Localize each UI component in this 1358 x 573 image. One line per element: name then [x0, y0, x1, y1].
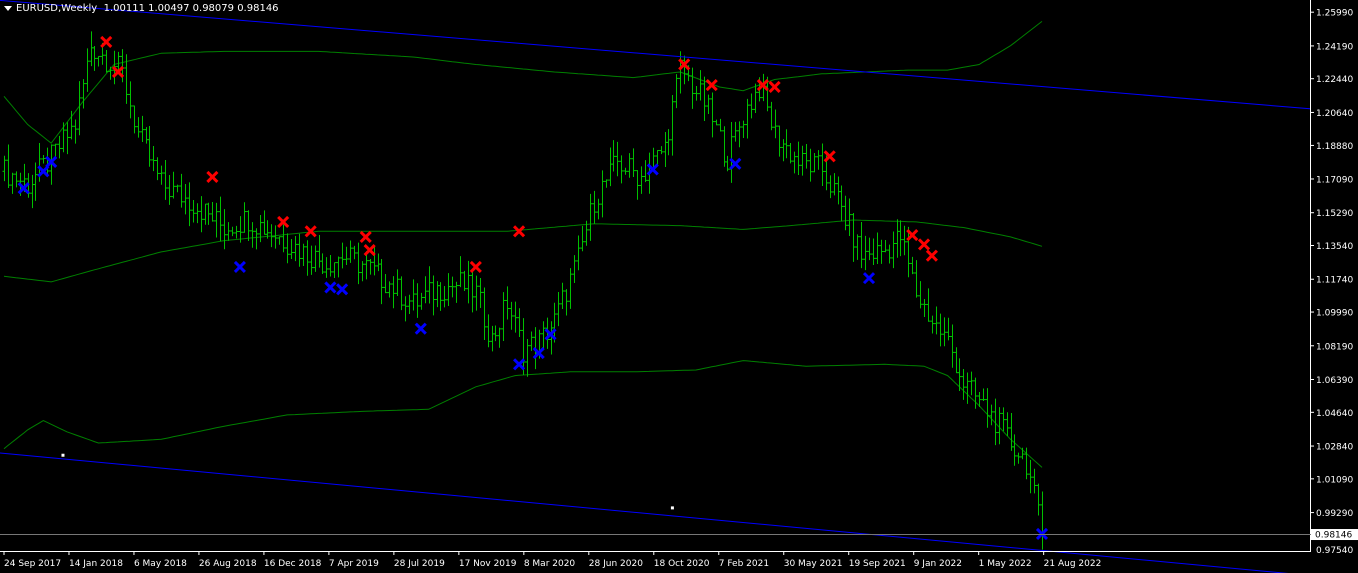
x-tick-label: 24 Sep 2017	[4, 559, 61, 569]
x-tick-label: 14 Jan 2018	[69, 559, 123, 569]
y-tick-label: 1.04640	[1316, 409, 1353, 419]
y-tick-label: 0.99290	[1316, 509, 1353, 519]
x-tick-label: 19 Sep 2021	[849, 559, 906, 569]
channel-anchor-point[interactable]	[61, 453, 65, 457]
y-tick-label: 1.25990	[1316, 9, 1353, 19]
x-tick-label: 7 Apr 2019	[329, 559, 379, 569]
x-tick-label: 17 Nov 2019	[459, 559, 517, 569]
x-tick-label: 7 Feb 2021	[719, 559, 769, 569]
current-price-label: 0.98146	[1315, 531, 1352, 541]
x-tick-label: 28 Jul 2019	[394, 559, 445, 569]
y-tick-label: 1.06390	[1316, 376, 1353, 386]
y-tick-label: 1.20640	[1316, 109, 1353, 119]
price-chart[interactable]: 1.25990 1.24190 1.22440 1.20640 1.18880 1.170…	[0, 0, 1358, 573]
chevron-down-icon[interactable]	[4, 5, 12, 11]
x-tick-label: 21 Aug 2022	[1044, 559, 1102, 569]
channel-anchor-point[interactable]	[670, 506, 674, 510]
y-tick-label: 1.18880	[1316, 142, 1353, 152]
ohlc-values: 1.00111 1.00497 0.98079 0.98146	[103, 3, 279, 14]
y-tick-label: 1.02840	[1316, 443, 1353, 453]
y-tick-label: 1.24190	[1316, 42, 1353, 52]
x-tick-label: 26 Aug 2018	[199, 559, 257, 569]
symbol-label: EURUSD,Weekly	[16, 3, 98, 14]
chart-background	[0, 0, 1358, 573]
x-tick-label: 6 May 2018	[134, 559, 187, 569]
y-tick-label: 1.22440	[1316, 75, 1353, 85]
x-tick-label: 30 May 2021	[784, 559, 843, 569]
x-tick-label: 8 Mar 2020	[524, 559, 576, 569]
y-tick-label: 1.13540	[1316, 242, 1353, 252]
y-tick-label: 1.17090	[1316, 175, 1353, 185]
chart-header: EURUSD,Weekly 1.00111 1.00497 0.98079 0.…	[4, 3, 279, 14]
y-axis-bottom-label: 0.97540	[1316, 546, 1353, 556]
x-tick-label: 9 Jan 2022	[914, 559, 962, 569]
y-tick-label: 1.09990	[1316, 309, 1353, 319]
x-tick-label: 28 Jun 2020	[589, 559, 643, 569]
y-tick-label: 1.15290	[1316, 209, 1353, 219]
y-tick-label: 1.01090	[1316, 475, 1353, 485]
x-tick-label: 1 May 2022	[979, 559, 1032, 569]
x-tick-label: 18 Oct 2020	[654, 559, 710, 569]
y-tick-label: 1.08190	[1316, 342, 1353, 352]
y-tick-label: 1.11740	[1316, 276, 1353, 286]
x-tick-label: 16 Dec 2018	[264, 559, 322, 569]
